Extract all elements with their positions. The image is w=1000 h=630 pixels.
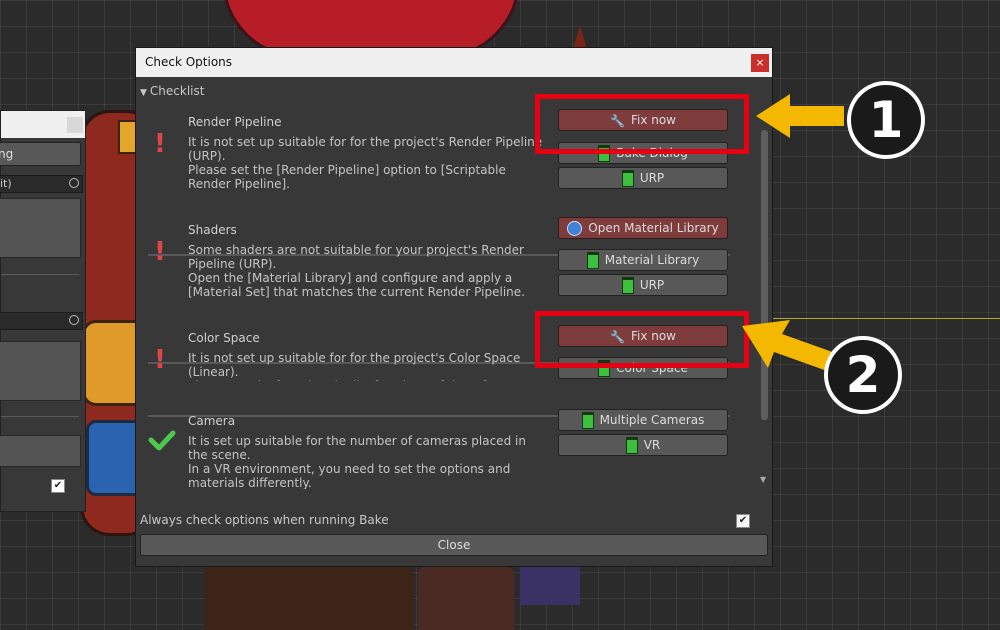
background-panel-button[interactable]: ng [0,142,81,166]
urp-button[interactable]: URP [558,274,728,296]
background-panel-button-label: ng [0,147,14,161]
highlight-box-fix-now-1 [535,94,749,154]
section-title: Render Pipeline [188,115,282,129]
dialog-title: Check Options [145,55,233,69]
checklist-foldout[interactable]: ▼ Checklist [140,84,204,98]
checklist-scrollbar[interactable]: ▼ [758,130,770,485]
character-boots [418,565,514,630]
document-icon [625,437,638,454]
scroll-down-arrow-icon[interactable]: ▼ [760,475,766,484]
document-icon [581,412,594,429]
close-icon: × [755,56,765,69]
warning-icon: ! [154,237,166,267]
section-title: Shaders [188,223,237,237]
open-material-library-button[interactable]: Open Material Library [558,217,728,239]
dialog-close-button[interactable]: × [751,54,769,72]
section-title: Camera [188,414,236,428]
background-panel-field-2[interactable] [0,312,83,330]
multiple-cameras-button[interactable]: Multiple Cameras [558,409,728,431]
button-label: URP [639,278,665,292]
section-description: It is set up suitable for the number of … [188,434,526,489]
button-label: Multiple Cameras [599,413,705,427]
step-badge-2-number: 2 [845,346,881,404]
section-description: It is not set up suitable for for the pr… [188,351,521,381]
background-panel-preview-box-1 [0,198,81,258]
warning-icon: ! [154,345,166,375]
arrow-1-icon [756,94,844,138]
checklist-scroll-area[interactable]: ! Render Pipeline It is not set up suita… [136,101,768,489]
object-picker-icon[interactable] [69,315,79,325]
close-button[interactable]: Close [140,534,768,556]
background-inspector-panel: ng it) ✔ [0,110,86,512]
button-label: Open Material Library [588,221,719,235]
button-label: VR [643,438,661,452]
button-label: URP [639,171,665,185]
warning-icon: ! [154,129,166,159]
step-badge-2: 2 [824,336,902,414]
step-badge-1: 1 [847,81,925,159]
background-panel-checkbox[interactable]: ✔ [51,479,65,493]
step-badge-1-number: 1 [868,91,904,149]
section-title: Color Space [188,331,260,345]
dialog-titlebar: Check Options × [136,48,772,77]
vr-button[interactable]: VR [558,434,728,456]
character-legs [204,565,414,630]
background-panel-field-1-label: it) [0,177,12,190]
document-icon [586,252,599,269]
background-panel-close-button[interactable] [67,117,83,133]
background-panel-divider [1,274,79,275]
checkmark-icon [148,430,176,451]
highlight-box-fix-now-2 [535,311,749,368]
urp-button[interactable]: URP [558,167,728,189]
background-panel-divider [1,416,79,417]
background-panel-field-1[interactable]: it) [0,175,83,193]
foldout-triangle-icon: ▼ [140,88,147,98]
character-skirt [520,565,580,605]
close-button-label: Close [437,538,471,552]
section-description: Some shaders are not suitable for your p… [188,243,525,299]
section-shaders: ! Shaders Some shaders are not suitable … [136,217,736,323]
button-label: Material Library [604,253,700,267]
object-picker-icon[interactable] [69,178,79,188]
section-description: It is not set up suitable for for the pr… [188,135,543,191]
section-camera: Camera It is set up suitable for the num… [136,409,736,489]
background-panel-preview-box-2 [0,341,81,401]
always-check-label: Always check options when running Bake [140,513,389,527]
document-icon [621,170,634,187]
always-check-checkbox[interactable]: ✔ [736,514,750,528]
document-icon [621,277,634,294]
checklist-label: Checklist [149,84,205,98]
material-library-button[interactable]: Material Library [558,249,728,271]
background-panel-preview-box-3 [0,435,81,467]
globe-icon [567,221,583,236]
background-panel-titlebar [1,111,85,138]
